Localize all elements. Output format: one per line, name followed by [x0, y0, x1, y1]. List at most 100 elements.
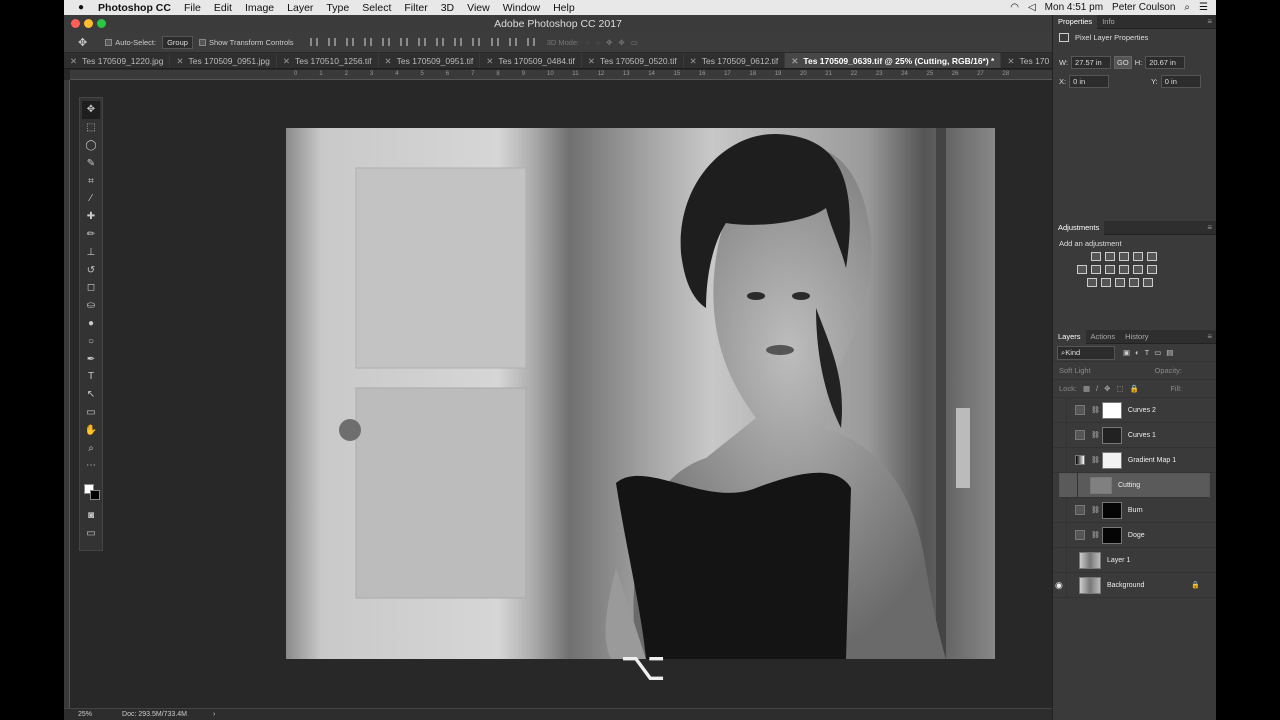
rectangle-icon[interactable]: ▭ [82, 404, 100, 422]
close-tab-icon[interactable]: ✕ [690, 56, 697, 66]
distribute-top-icon[interactable] [418, 37, 427, 46]
distribute-center-icon[interactable] [490, 37, 499, 46]
visibility-eye-icon[interactable] [1053, 547, 1067, 573]
layer-mask-thumbnail[interactable] [1101, 426, 1122, 444]
chevron-right-icon[interactable]: › [213, 711, 215, 718]
tab-properties[interactable]: Properties [1053, 14, 1098, 29]
menu-3d[interactable]: 3D [441, 2, 454, 14]
close-tab-icon[interactable]: ✕ [283, 56, 290, 66]
auto-select-dropdown[interactable]: Group [162, 36, 193, 49]
close-tab-icon[interactable]: ✕ [385, 56, 392, 66]
layer-thumbnail[interactable] [1090, 477, 1112, 494]
doc-tab[interactable]: ✕ Tes 170509_0484.tif [480, 53, 582, 68]
layer-mask-thumbnail[interactable] [1101, 501, 1122, 519]
tab-history[interactable]: History [1120, 330, 1153, 344]
layer-row[interactable]: Layer 1 [1053, 547, 1216, 573]
close-tab-icon[interactable]: ✕ [588, 56, 595, 66]
invert-icon[interactable] [1087, 278, 1097, 287]
layer-row[interactable]: ⛓ Curves 2 [1053, 397, 1216, 423]
layer-mask-thumbnail[interactable] [1101, 526, 1122, 544]
zoom-level[interactable]: 25% [78, 711, 92, 718]
move-tool-icon[interactable]: ✥ [78, 36, 87, 49]
type-icon[interactable]: T [82, 368, 100, 386]
hue-saturation-icon[interactable] [1077, 265, 1087, 274]
blend-mode-dropdown[interactable]: Soft Light [1059, 366, 1091, 375]
auto-align-icon[interactable] [526, 37, 535, 46]
zoom-icon[interactable]: ⌕ [82, 439, 100, 457]
spotlight-icon[interactable]: ⌕ [1184, 2, 1190, 13]
layer-kind-filter[interactable]: ⌕Kind [1057, 345, 1115, 360]
menu-type[interactable]: Type [326, 2, 349, 14]
panel-menu-icon[interactable]: ≡ [1207, 332, 1212, 341]
align-right-icon[interactable] [400, 37, 409, 46]
exposure-icon[interactable] [1133, 252, 1143, 261]
layer-row[interactable]: Cutting [1059, 473, 1210, 498]
menu-window[interactable]: Window [503, 2, 540, 14]
blur-icon[interactable]: ● [82, 315, 100, 333]
panel-menu-icon[interactable]: ≡ [1207, 223, 1212, 232]
tab-layers[interactable]: Layers [1053, 329, 1086, 344]
link-icon[interactable]: ⛓ [1091, 506, 1100, 514]
doc-tab-active[interactable]: ✕ Tes 170509_0639.tif @ 25% (Cutting, RGB… [785, 53, 1002, 68]
distribute-right-icon[interactable] [508, 37, 517, 46]
close-tab-icon[interactable]: ✕ [486, 56, 493, 66]
lasso-icon[interactable]: ◯ [82, 137, 100, 155]
lock-icons[interactable]: ▦/✥⬚🔒 [1083, 384, 1145, 393]
layer-row[interactable]: ⛓ Burn [1053, 497, 1216, 523]
menu-filter[interactable]: Filter [404, 2, 427, 14]
link-icon[interactable]: ⛓ [1091, 431, 1100, 439]
distribute-middle-icon[interactable] [436, 37, 445, 46]
link-icon[interactable]: ⛓ [1091, 456, 1100, 464]
path-select-icon[interactable]: ↖ [82, 386, 100, 404]
doc-tab[interactable]: ✕ Tes 170509_0612.tif [684, 53, 786, 68]
link-dimensions-button[interactable]: GO [1114, 56, 1132, 69]
user-name[interactable]: Peter Coulson [1112, 2, 1175, 13]
distribute-bottom-icon[interactable] [454, 37, 463, 46]
clock[interactable]: Mon 4:51 pm [1045, 2, 1103, 13]
x-field[interactable]: 0 in [1069, 75, 1110, 88]
layer-thumbnail[interactable] [1079, 576, 1101, 594]
visibility-eye-icon[interactable] [1053, 497, 1067, 523]
tab-info[interactable]: Info [1097, 15, 1120, 29]
close-tab-icon[interactable]: ✕ [70, 56, 77, 66]
gradient-map-icon[interactable] [1129, 278, 1139, 287]
levels-icon[interactable] [1105, 252, 1115, 261]
color-balance-icon[interactable] [1091, 265, 1101, 274]
menu-edit[interactable]: Edit [214, 2, 232, 14]
crop-icon[interactable]: ⌗ [82, 172, 100, 190]
threshold-icon[interactable] [1115, 278, 1125, 287]
photo-filter-icon[interactable] [1119, 265, 1129, 274]
visibility-eye-icon[interactable] [1053, 522, 1067, 548]
tab-actions[interactable]: Actions [1086, 330, 1121, 344]
vertical-ruler[interactable] [64, 80, 70, 708]
doc-tab[interactable]: ✕ Tes 170509_0520.tif [582, 53, 684, 68]
distribute-left-icon[interactable] [472, 37, 481, 46]
horizontal-ruler[interactable]: 0 1 2 3 4 5 6 7 8 9 10 11 12 13 14 15 16 17 18 19 20 21 22 23 24… [70, 70, 1052, 80]
layer-mask-thumbnail[interactable] [1101, 451, 1122, 469]
volume-icon[interactable]: ◁ [1028, 2, 1036, 13]
stamp-icon[interactable]: ⊥ [82, 243, 100, 261]
close-tab-icon[interactable]: ✕ [176, 56, 183, 66]
menu-help[interactable]: Help [553, 2, 575, 14]
layer-mask-thumbnail[interactable] [1101, 401, 1122, 419]
menu-file[interactable]: File [184, 2, 201, 14]
move-icon[interactable]: ✥ [82, 101, 100, 119]
quick-select-icon[interactable]: ✎ [82, 154, 100, 172]
minimize-window-button[interactable] [84, 19, 93, 28]
eyedropper-icon[interactable]: ⁄ [82, 190, 100, 208]
filter-icons[interactable]: ▣◐T▭▤ [1123, 348, 1178, 357]
document-image[interactable] [286, 128, 995, 659]
align-middle-icon[interactable] [327, 37, 336, 46]
menu-view[interactable]: View [467, 2, 490, 14]
dodge-icon[interactable]: ○ [82, 332, 100, 350]
zoom-window-button[interactable] [97, 19, 106, 28]
visibility-eye-icon[interactable] [1053, 447, 1067, 473]
auto-select-checkbox[interactable] [105, 39, 113, 46]
selective-color-icon[interactable] [1143, 278, 1153, 287]
doc-tab[interactable]: ✕ Tes 170510_1256.tif [277, 53, 379, 68]
close-window-button[interactable] [71, 19, 80, 28]
height-field[interactable]: 20.67 in [1145, 56, 1186, 69]
doc-tab[interactable]: ✕ Tes 170 [1001, 53, 1052, 68]
close-tab-icon[interactable]: ✕ [1007, 56, 1014, 66]
visibility-eye-icon[interactable] [1064, 473, 1078, 498]
